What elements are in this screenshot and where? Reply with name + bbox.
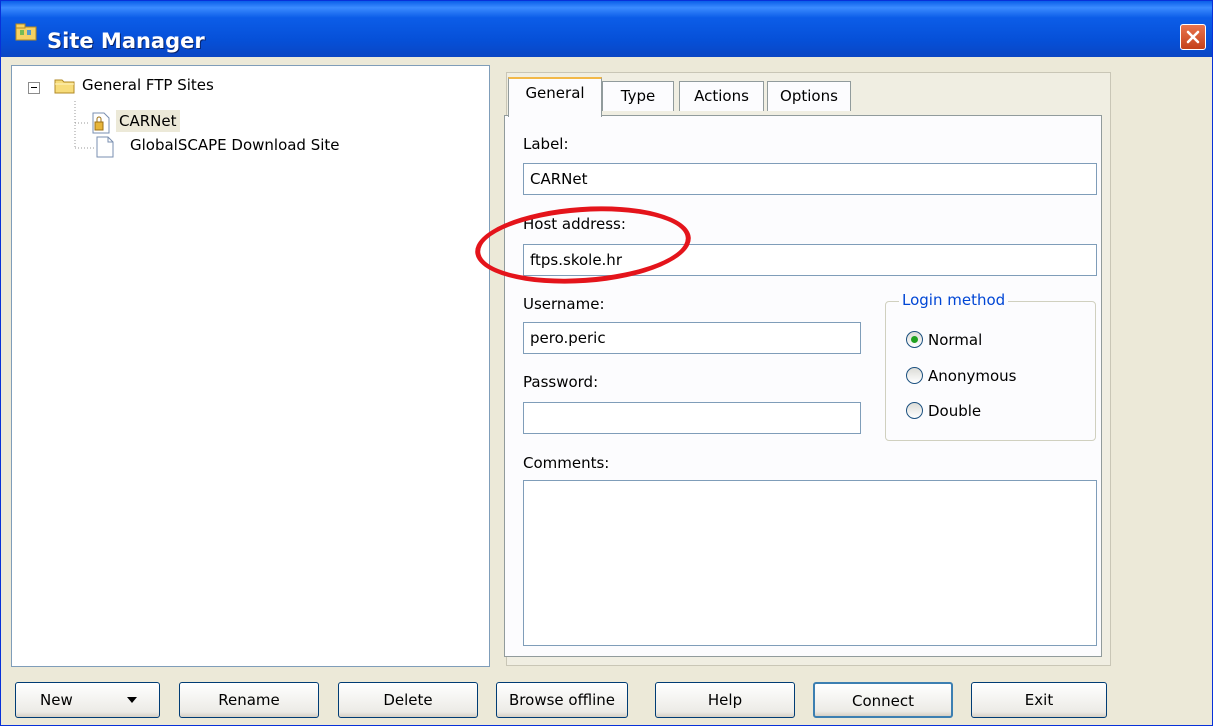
dropdown-arrow-icon[interactable] xyxy=(127,697,137,703)
comments-textarea[interactable] xyxy=(523,480,1097,646)
new-button[interactable]: New xyxy=(15,682,160,718)
site-manager-window: Site Manager General FTP Sites CARNet Gl… xyxy=(0,0,1213,726)
close-button[interactable] xyxy=(1180,24,1206,50)
radio-double-label: Double xyxy=(928,402,982,420)
password-caption: Password: xyxy=(523,373,599,391)
delete-button[interactable]: Delete xyxy=(338,682,478,718)
tree-root-label[interactable]: General FTP Sites xyxy=(82,74,214,96)
tab-options[interactable]: Options xyxy=(767,81,851,111)
host-address-caption: Host address: xyxy=(523,215,626,233)
username-caption: Username: xyxy=(523,295,605,313)
label-input[interactable]: CARNet xyxy=(523,163,1097,195)
radio-normal-label: Normal xyxy=(928,331,983,349)
connect-button[interactable]: Connect xyxy=(813,682,953,718)
exit-button[interactable]: Exit xyxy=(971,682,1107,718)
password-input[interactable] xyxy=(523,402,861,434)
site-manager-icon xyxy=(15,23,37,41)
new-button-label: New xyxy=(40,691,73,709)
label-caption: Label: xyxy=(523,135,569,153)
tab-actions[interactable]: Actions xyxy=(679,81,764,111)
browse-offline-button[interactable]: Browse offline xyxy=(496,682,628,718)
site-lock-icon xyxy=(92,112,110,134)
help-button[interactable]: Help xyxy=(655,682,795,718)
username-input[interactable]: pero.peric xyxy=(523,322,861,354)
site-tree[interactable]: General FTP Sites CARNet GlobalSCAPE Dow… xyxy=(11,65,490,667)
tree-item-globalscape[interactable]: GlobalSCAPE Download Site xyxy=(130,134,340,156)
host-address-input[interactable]: ftps.skole.hr xyxy=(523,244,1097,276)
window-title: Site Manager xyxy=(47,29,205,53)
radio-anonymous-label: Anonymous xyxy=(928,367,1017,385)
radio-unselected-icon[interactable] xyxy=(906,367,923,384)
rename-button[interactable]: Rename xyxy=(179,682,319,718)
radio-unselected-icon[interactable] xyxy=(906,402,923,419)
close-icon xyxy=(1186,30,1200,44)
folder-icon xyxy=(54,79,75,94)
title-bar[interactable]: Site Manager xyxy=(1,1,1212,57)
tree-item-carnet[interactable]: CARNet xyxy=(116,110,180,132)
radio-selected-icon[interactable] xyxy=(906,331,923,348)
comments-caption: Comments: xyxy=(523,454,610,472)
tab-type[interactable]: Type xyxy=(602,81,674,111)
site-icon xyxy=(96,136,114,158)
login-method-title: Login method xyxy=(899,291,1009,309)
tab-general[interactable]: General xyxy=(508,77,602,117)
